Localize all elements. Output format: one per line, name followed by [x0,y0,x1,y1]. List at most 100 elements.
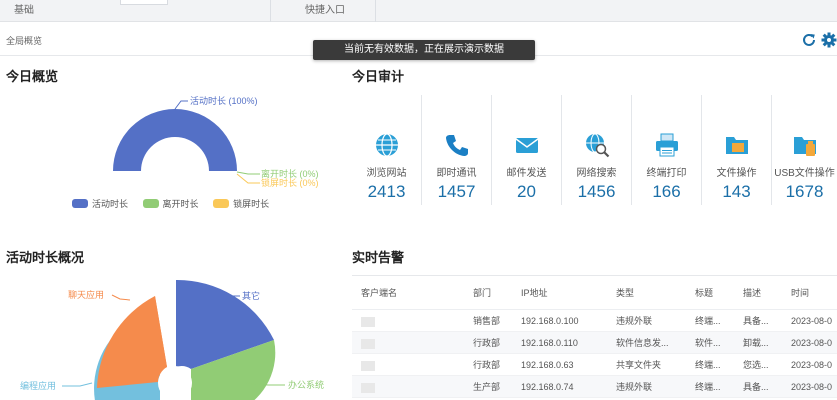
column-header[interactable]: 客户端名 [361,276,397,310]
globe-icon [375,133,398,157]
overview-gauge-chart: 活动时长 (100%) 离开时长 (0%) 锁屏时长 (0%) [113,95,319,188]
column-header[interactable]: 类型 [616,276,634,310]
printer-icon [655,133,678,157]
audit-item-search[interactable]: 网络搜索 1456 [562,95,632,205]
lock-time-label: 锁屏时长 (0%) [261,177,319,188]
tab-quick-access[interactable]: 快捷入口 [305,0,345,22]
rose-center-hole [158,366,192,400]
activity-rose-chart: 其它 聊天应用 编程应用 办公系统 [20,279,324,400]
client-name-redacted [361,376,375,398]
cell-type: 共享文件夹 [616,360,662,370]
cell-desc: 具备... [743,316,769,326]
column-header[interactable]: 描述 [743,276,761,310]
cell-ip: 192.168.0.63 [521,360,574,370]
mail-icon [515,138,538,153]
legend-item-away[interactable]: 离开时长 [142,198,199,209]
table-row[interactable]: 行政部 192.168.0.110 软件信息发... 软件... 卸载... 2… [352,332,837,354]
table-row[interactable]: 行政部 192.168.0.63 共享文件夹 终端... 您选... 2023-… [352,354,837,376]
legend-label: 活动时长 [92,199,129,209]
alerts-table: 客户端名 部门 IP地址 类型 标题 描述 时间 销售部 192.168.0.1… [352,275,837,398]
audit-item-email[interactable]: 邮件发送 20 [492,95,562,205]
audit-item-label: 文件操作 [716,168,757,179]
chat-label-line [111,294,131,301]
audit-item-label: 终端打印 [646,168,687,179]
cell-time: 2023-08-0 [791,382,833,392]
lock-label-line [236,173,260,184]
audit-item-label: 邮件发送 [506,168,547,179]
rose-slice-chat-body [97,296,167,388]
demo-data-toast: 当前无有效数据，正在展示演示数据 [313,40,535,60]
cell-dept: 销售部 [473,316,501,326]
office-label: 办公系统 [288,379,324,390]
active-tab-indicator [120,0,168,5]
programming-label: 编程应用 [20,380,56,391]
audit-item-label: 即时通讯 [436,168,477,179]
usb-folder-icon [793,137,816,156]
active-label-line [174,100,188,110]
table-row[interactable]: 销售部 192.168.0.100 违规外联 终端... 具备... 2023-… [352,310,837,332]
cell-time: 2023-08-0 [791,338,833,348]
active-time-arc [113,109,237,171]
legend-label: 离开时长 [162,199,199,209]
cell-title: 软件... [695,338,721,348]
cell-ip: 192.168.0.110 [521,338,578,348]
phone-icon [445,135,468,156]
active-time-label: 活动时长 (100%) [190,95,258,106]
refresh-icon[interactable] [801,32,817,48]
column-header[interactable]: 时间 [791,276,809,310]
audit-item-count: 143 [722,182,751,201]
client-name-redacted [361,332,375,354]
legend-swatch [142,199,159,208]
column-header[interactable]: IP地址 [521,276,548,310]
away-label-line [236,171,260,175]
legend-swatch [213,199,230,208]
programming-label-line [62,382,93,387]
column-header[interactable]: 部门 [473,276,491,310]
audit-item-count: 1456 [577,182,616,201]
activity-title: 活动时长概况 [6,250,85,265]
cell-desc: 您选... [743,360,769,370]
audit-item-file[interactable]: 文件操作 143 [702,95,772,205]
overview-legend: 活动时长 离开时长 锁屏时长 [72,197,269,209]
gear-icon[interactable] [821,32,837,48]
web-search-icon [585,133,609,158]
legend-item-active[interactable]: 活动时长 [72,198,129,209]
audit-item-usb[interactable]: USB文件操作 1678 [772,95,837,205]
audit-item-label: 浏览网站 [366,168,407,179]
legend-label: 锁屏时长 [233,199,270,209]
legend-item-lock[interactable]: 锁屏时长 [213,198,270,209]
overview-title: 今日概览 [6,69,59,84]
audit-item-label: USB文件操作 [774,168,835,179]
cell-desc: 卸载... [743,338,769,348]
tab-divider [270,0,271,22]
cell-ip: 192.168.0.100 [521,316,579,326]
other-label: 其它 [242,290,260,301]
cell-title: 终端... [695,360,721,370]
tab-divider [375,0,376,22]
audit-item-print[interactable]: 终端打印 166 [632,95,702,205]
column-header[interactable]: 标题 [695,276,713,310]
client-name-redacted [361,354,375,376]
cell-ip: 192.168.0.74 [521,382,574,392]
audit-item-im[interactable]: 即时通讯 1457 [422,95,492,205]
tab-basic[interactable]: 基础 [14,0,34,22]
chat-label: 聊天应用 [68,289,104,300]
alerts-title: 实时告警 [352,250,405,265]
audit-title: 今日审计 [352,69,405,84]
cell-dept: 行政部 [473,338,501,348]
cell-time: 2023-08-0 [791,316,833,326]
audit-item-web[interactable]: 浏览网站 2413 [352,95,422,205]
audit-item-label: 网络搜索 [576,168,617,179]
cell-title: 终端... [695,316,721,326]
client-name-redacted [361,310,375,332]
cell-desc: 具备... [743,382,769,392]
audit-item-count: 1678 [785,182,824,201]
audit-item-count: 2413 [367,182,406,201]
cell-dept: 生产部 [473,382,501,392]
audit-item-count: 1457 [437,182,476,201]
audit-item-count: 166 [652,182,681,201]
cell-time: 2023-08-0 [791,360,833,370]
legend-swatch [72,199,88,208]
table-row[interactable]: 生产部 192.168.0.74 违规外联 终端... 具备... 2023-0… [352,376,837,398]
cell-type: 违规外联 [616,382,653,392]
